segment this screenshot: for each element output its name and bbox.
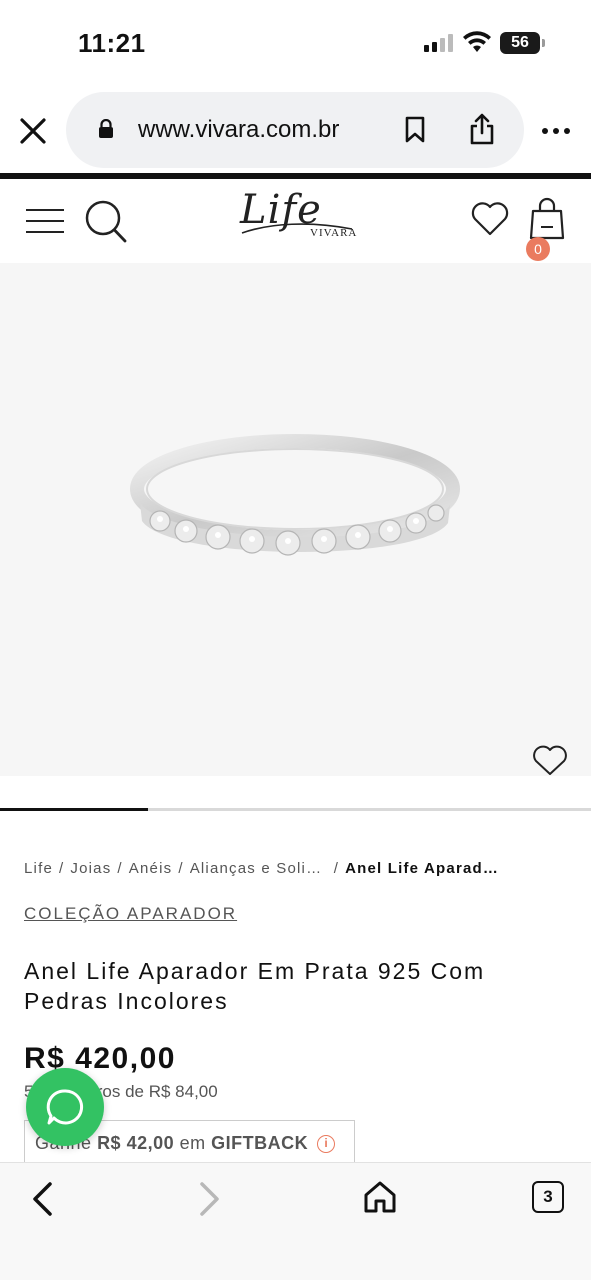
browser-toolbar: www.vivara.com.br [0, 88, 591, 174]
product-title: Anel Life Aparador Em Prata 925 Com Pedr… [24, 958, 486, 1014]
share-icon[interactable] [468, 112, 496, 146]
lock-icon [99, 119, 113, 138]
vivara-life-logo[interactable]: Life VIVARA [240, 187, 358, 249]
wifi-icon [463, 31, 491, 52]
carousel-progress-fill [0, 808, 148, 811]
logo-subtitle: VIVARA [310, 227, 358, 239]
tabs-count-button[interactable]: 3 [532, 1181, 564, 1213]
search-icon[interactable] [84, 199, 128, 245]
breadcrumb-aneis[interactable]: Anéis [129, 860, 173, 877]
product-image-carousel[interactable] [0, 263, 591, 776]
cart-count-badge: 0 [526, 237, 550, 261]
info-icon[interactable]: i [317, 1135, 335, 1153]
product-price: R$ 420,00 [24, 1042, 176, 1075]
whatsapp-icon [46, 1089, 84, 1125]
url-text: www.vivara.com.br [138, 116, 340, 143]
breadcrumb-aliancas[interactable]: Alianças e Solitários [190, 860, 326, 877]
wishlist-heart-icon[interactable] [470, 201, 510, 237]
breadcrumb-current: Anel Life Aparador Em Prata 925 Com Pedr… [345, 860, 503, 877]
whatsapp-chat-button[interactable] [26, 1068, 104, 1146]
carousel-progress [0, 808, 591, 811]
battery-icon: 56 [500, 32, 545, 54]
breadcrumb-joias[interactable]: Joias [70, 860, 111, 877]
status-bar: 11:21 56 [0, 0, 591, 88]
home-icon[interactable] [362, 1179, 398, 1215]
forward-arrow-icon[interactable] [196, 1181, 222, 1217]
back-arrow-icon[interactable] [30, 1181, 56, 1217]
breadcrumb: Life / Joias / Anéis / Alianças e Solitá… [24, 860, 584, 877]
address-bar[interactable]: www.vivara.com.br [66, 92, 524, 168]
site-header: Life VIVARA 0 [0, 179, 591, 263]
status-time: 11:21 [78, 28, 146, 58]
giftback-label: GIFTBACK [211, 1133, 309, 1153]
menu-icon[interactable] [26, 209, 64, 233]
favorite-heart-icon[interactable] [532, 745, 568, 777]
more-options-icon[interactable] [542, 128, 570, 134]
product-ring-image [130, 434, 460, 556]
cellular-signal-icon [424, 34, 453, 52]
close-icon[interactable] [18, 116, 48, 146]
breadcrumb-life[interactable]: Life [24, 860, 53, 877]
bookmark-icon[interactable] [404, 116, 426, 144]
collection-link[interactable]: COLEÇÃO APARADOR [24, 904, 237, 924]
browser-bottom-toolbar: 3 [0, 1162, 591, 1280]
giftback-amount: R$ 42,00 [97, 1133, 175, 1153]
shopping-bag-icon[interactable] [528, 197, 566, 241]
